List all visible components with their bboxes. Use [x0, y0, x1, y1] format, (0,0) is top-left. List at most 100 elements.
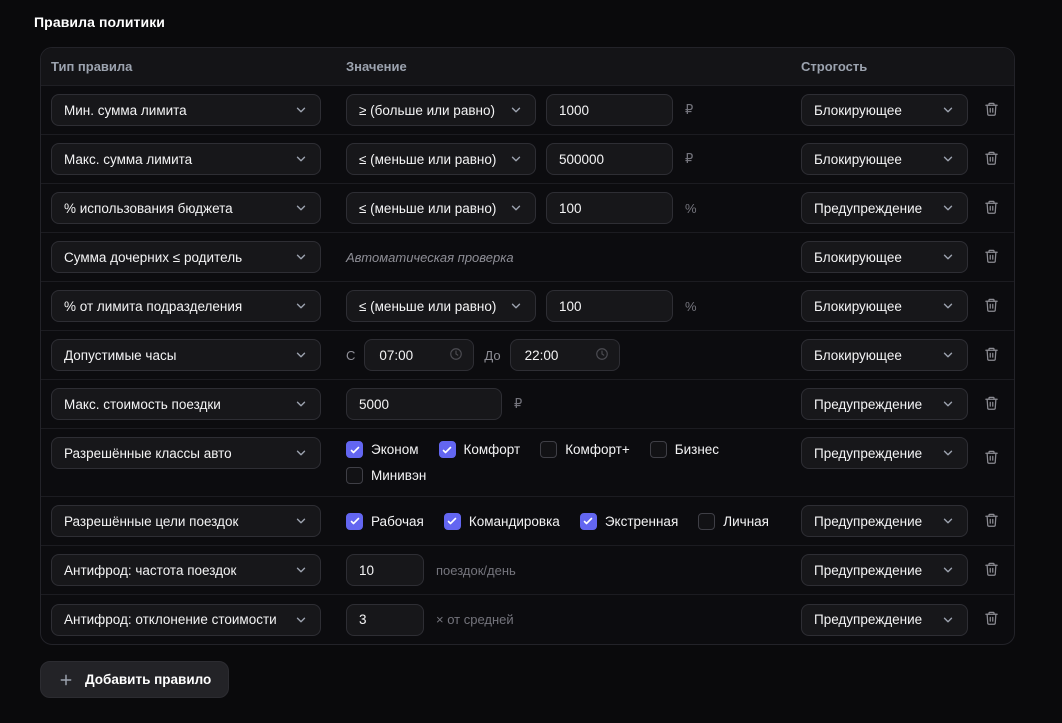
value-input[interactable] — [546, 143, 673, 175]
operator-value: ≤ (меньше или равно) — [359, 201, 496, 216]
rule-type-value: Разрешённые цели поездок — [64, 514, 238, 529]
delete-rule-button[interactable] — [978, 389, 1005, 420]
strictness-select[interactable]: Блокирующее — [801, 94, 968, 126]
chevron-down-icon — [509, 103, 523, 117]
rule-type-select[interactable]: Сумма дочерних ≤ родитель — [51, 241, 321, 273]
operator-select[interactable]: ≤ (меньше или равно) — [346, 143, 536, 175]
rule-type-select[interactable]: Допустимые часы — [51, 339, 321, 371]
value-input[interactable] — [346, 604, 424, 636]
strictness-select[interactable]: Предупреждение — [801, 604, 968, 636]
trip-purpose-checkbox-group: Рабочая Командировка Экстренная Личная — [346, 509, 769, 534]
time-from-input[interactable]: 07:00 — [364, 339, 474, 371]
operator-select[interactable]: ≥ (больше или равно) — [346, 94, 536, 126]
delete-rule-button[interactable] — [978, 506, 1005, 537]
chevron-down-icon — [294, 103, 308, 117]
strictness-select[interactable]: Блокирующее — [801, 290, 968, 322]
delete-rule-button[interactable] — [978, 555, 1005, 586]
strictness-select[interactable]: Предупреждение — [801, 505, 968, 537]
rule-type-select[interactable]: Разрешённые цели поездок — [51, 505, 321, 537]
table-row: Сумма дочерних ≤ родитель Автоматическая… — [41, 233, 1014, 282]
rule-type-select[interactable]: Мин. сумма лимита — [51, 94, 321, 126]
rule-type-select[interactable]: % от лимита подразделения — [51, 290, 321, 322]
value-input[interactable] — [546, 290, 673, 322]
delete-rule-button[interactable] — [978, 193, 1005, 224]
table-row: Антифрод: частота поездок поездок/день П… — [41, 546, 1014, 595]
strictness-value: Блокирующее — [814, 103, 902, 118]
checkbox-option[interactable]: Рабочая — [346, 513, 424, 530]
rule-type-select[interactable]: Антифрод: отклонение стоимости — [51, 604, 321, 636]
strictness-value: Предупреждение — [814, 446, 922, 461]
table-row: Допустимые часы С 07:00 До 22:00 Блокиру… — [41, 331, 1014, 380]
trash-icon — [984, 199, 999, 218]
value-input[interactable] — [346, 388, 502, 420]
checkbox-option[interactable]: Эконом — [346, 441, 419, 458]
rule-type-value: Сумма дочерних ≤ родитель — [64, 250, 242, 265]
chevron-down-icon — [294, 299, 308, 313]
rule-type-value: % использования бюджета — [64, 201, 233, 216]
from-label: С — [346, 348, 355, 363]
checkbox-label: Бизнес — [675, 442, 719, 457]
strictness-select[interactable]: Блокирующее — [801, 339, 968, 371]
delete-rule-button[interactable] — [978, 443, 1005, 474]
value-input[interactable] — [346, 554, 424, 586]
delete-rule-button[interactable] — [978, 604, 1005, 635]
unit-label: поездок/день — [436, 563, 516, 578]
strictness-select[interactable]: Предупреждение — [801, 388, 968, 420]
rule-type-value: Мин. сумма лимита — [64, 103, 187, 118]
trash-icon — [984, 150, 999, 169]
delete-rule-button[interactable] — [978, 291, 1005, 322]
operator-value: ≤ (меньше или равно) — [359, 152, 496, 167]
trash-icon — [984, 248, 999, 267]
value-input[interactable] — [546, 94, 673, 126]
checkbox-option[interactable]: Личная — [698, 513, 769, 530]
checkbox-option[interactable]: Командировка — [444, 513, 560, 530]
strictness-select[interactable]: Предупреждение — [801, 192, 968, 224]
trash-icon — [984, 512, 999, 531]
rule-type-select[interactable]: Антифрод: частота поездок — [51, 554, 321, 586]
strictness-value: Предупреждение — [814, 514, 922, 529]
column-header-value: Значение — [346, 59, 801, 74]
checkbox-option[interactable]: Комфорт — [439, 441, 521, 458]
chevron-down-icon — [941, 103, 955, 117]
operator-select[interactable]: ≤ (меньше или равно) — [346, 192, 536, 224]
add-rule-button[interactable]: Добавить правило — [40, 661, 229, 698]
checkbox-label: Командировка — [469, 514, 560, 529]
checkbox-icon — [540, 441, 557, 458]
plus-icon — [58, 672, 74, 688]
table-row: % от лимита подразделения ≤ (меньше или … — [41, 282, 1014, 331]
chevron-down-icon — [941, 563, 955, 577]
value-input[interactable] — [546, 192, 673, 224]
operator-select[interactable]: ≤ (меньше или равно) — [346, 290, 536, 322]
checkbox-label: Комфорт — [464, 442, 521, 457]
time-to-input[interactable]: 22:00 — [510, 339, 620, 371]
unit-label: % — [685, 299, 697, 314]
auto-check-note: Автоматическая проверка — [346, 250, 514, 265]
strictness-value: Предупреждение — [814, 397, 922, 412]
strictness-select[interactable]: Блокирующее — [801, 143, 968, 175]
delete-rule-button[interactable] — [978, 95, 1005, 126]
checkbox-option[interactable]: Комфорт+ — [540, 441, 630, 458]
delete-rule-button[interactable] — [978, 340, 1005, 371]
checkbox-option[interactable]: Бизнес — [650, 441, 719, 458]
strictness-select[interactable]: Предупреждение — [801, 437, 968, 469]
rule-type-select[interactable]: Макс. стоимость поездки — [51, 388, 321, 420]
rule-type-select[interactable]: Разрешённые классы авто — [51, 437, 321, 469]
strictness-value: Блокирующее — [814, 152, 902, 167]
trash-icon — [984, 395, 999, 414]
rule-type-value: Антифрод: частота поездок — [64, 563, 236, 578]
rule-type-select[interactable]: % использования бюджета — [51, 192, 321, 224]
checkbox-option[interactable]: Экстренная — [580, 513, 678, 530]
rule-type-select[interactable]: Макс. сумма лимита — [51, 143, 321, 175]
clock-icon — [595, 347, 609, 364]
chevron-down-icon — [941, 613, 955, 627]
delete-rule-button[interactable] — [978, 242, 1005, 273]
strictness-select[interactable]: Предупреждение — [801, 554, 968, 586]
table-row: Макс. сумма лимита ≤ (меньше или равно) … — [41, 135, 1014, 184]
delete-rule-button[interactable] — [978, 144, 1005, 175]
strictness-select[interactable]: Блокирующее — [801, 241, 968, 273]
chevron-down-icon — [294, 250, 308, 264]
column-header-type: Тип правила — [41, 59, 346, 74]
chevron-down-icon — [509, 201, 523, 215]
checkbox-label: Минивэн — [371, 468, 426, 483]
checkbox-option[interactable]: Минивэн — [346, 467, 426, 484]
